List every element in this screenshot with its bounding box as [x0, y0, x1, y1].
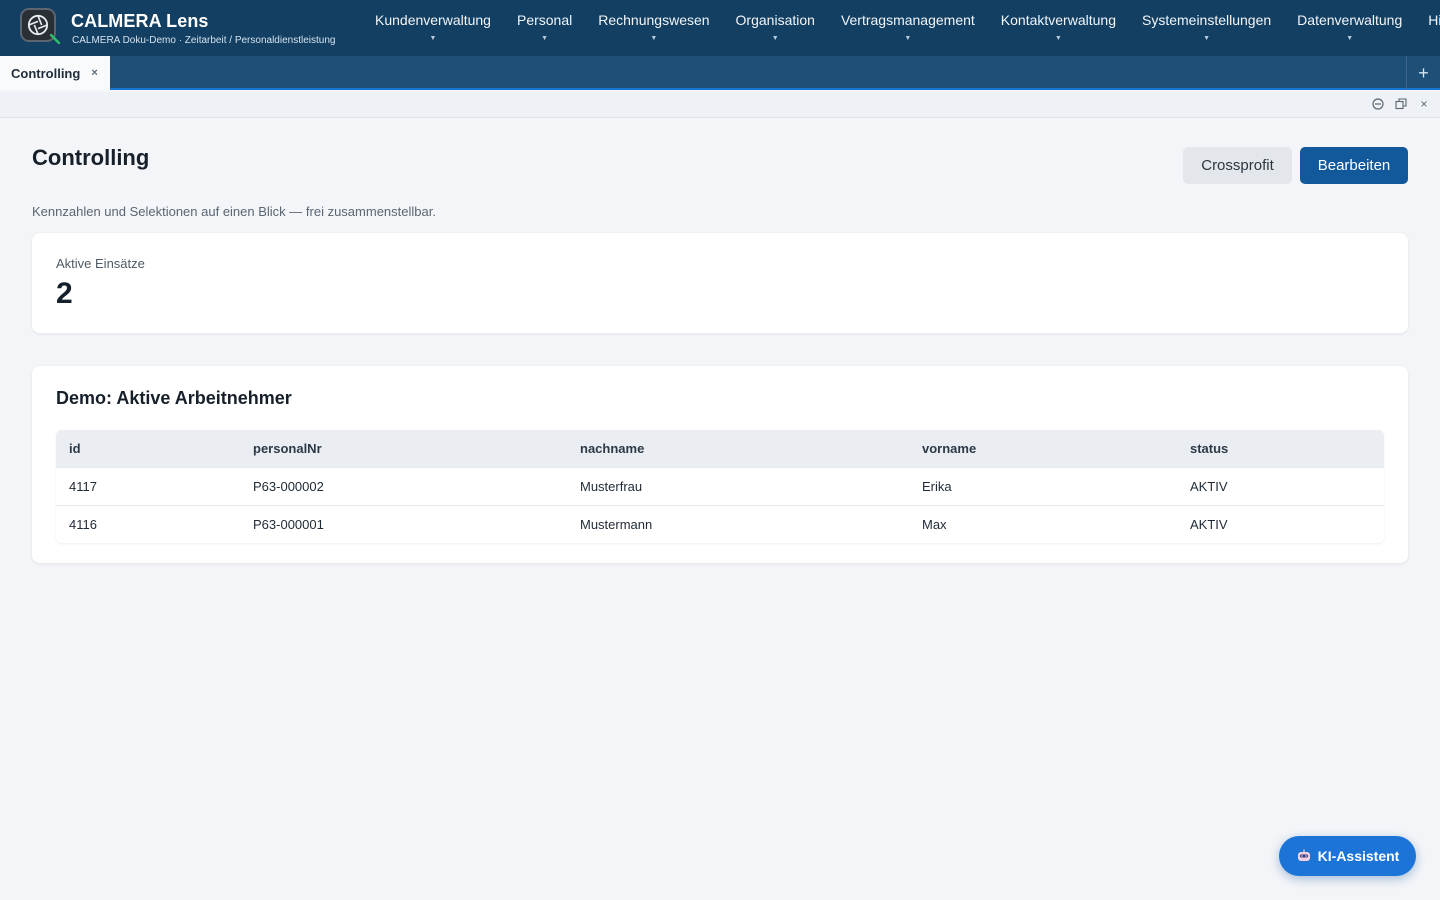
close-window-icon[interactable]: ×: [1416, 96, 1432, 112]
column-header-vorname[interactable]: vorname: [909, 430, 1177, 467]
window-toolbar: ×: [0, 92, 1440, 118]
menu-vertragsmanagement[interactable]: Vertragsmanagement ▼: [828, 0, 988, 56]
column-header-status[interactable]: status: [1177, 430, 1384, 467]
cell-status: AKTIV: [1190, 516, 1228, 532]
menu-kontaktverwaltung[interactable]: Kontaktverwaltung ▼: [988, 0, 1129, 56]
ai-assistant-label: KI-Assistent: [1317, 848, 1400, 864]
crossprofit-button[interactable]: Crossprofit: [1183, 147, 1292, 184]
restore-icon[interactable]: [1393, 96, 1409, 112]
minimize-icon[interactable]: [1370, 96, 1386, 112]
magnifier-handle-icon: [50, 34, 60, 44]
chevron-down-icon: ▼: [771, 35, 779, 42]
cell-vorname: Max: [922, 516, 947, 532]
cell-id: 4116: [69, 516, 97, 532]
chevron-down-icon: ▼: [541, 35, 549, 42]
table-card: Demo: Aktive Arbeitnehmer id personalNr …: [32, 366, 1408, 563]
aperture-icon: [27, 14, 49, 36]
app-subtitle: CALMERA Doku-Demo · Zeitarbeit / Persona…: [72, 35, 336, 46]
menu-label: Kundenverwaltung: [375, 12, 491, 28]
edit-button[interactable]: Bearbeiten: [1300, 147, 1408, 184]
menu-hilfe[interactable]: Hilfebe ▼: [1415, 0, 1440, 56]
menu-kundenverwaltung[interactable]: Kundenverwaltung ▼: [362, 0, 504, 56]
cell-status: AKTIV: [1190, 478, 1228, 494]
table-header-row: id personalNr nachname vorname status: [56, 430, 1384, 467]
page-title: Controlling: [32, 145, 150, 170]
column-header-personalnr[interactable]: personalNr: [240, 430, 567, 467]
tab-controlling[interactable]: Controlling ×: [0, 56, 110, 90]
chevron-down-icon: ▼: [1415, 35, 1440, 42]
chevron-down-icon: ▼: [1203, 35, 1211, 42]
chevron-down-icon: ▼: [429, 35, 437, 42]
table-title: Demo: Aktive Arbeitnehmer: [56, 388, 292, 408]
tab-bar: Controlling × +: [0, 56, 1440, 90]
column-header-nachname[interactable]: nachname: [567, 430, 909, 467]
menu-label: Systemeinstellungen: [1141, 12, 1272, 28]
chevron-down-icon: ▼: [1346, 35, 1354, 42]
ai-assistant-button[interactable]: KI-Assistent: [1279, 836, 1416, 876]
menu-label: Hilfebe: [1428, 12, 1440, 28]
chevron-down-icon: ▼: [1054, 35, 1062, 42]
column-header-id[interactable]: id: [56, 430, 240, 467]
robot-icon: [1297, 849, 1310, 861]
table-row[interactable]: 4117 P63-000002 Musterfrau Erika AKTIV: [56, 467, 1384, 505]
cell-vorname: Erika: [922, 478, 952, 494]
menu-organisation[interactable]: Organisation ▼: [723, 0, 828, 56]
close-tab-icon[interactable]: ×: [91, 67, 97, 79]
menu-label: Organisation: [735, 12, 815, 28]
menu-label: Kontaktverwaltung: [1000, 12, 1116, 28]
app-title: CALMERA Lens: [71, 11, 209, 31]
menu-label: Datenverwaltung: [1297, 12, 1403, 28]
add-tab-button[interactable]: +: [1406, 56, 1440, 90]
cell-nachname: Mustermann: [580, 516, 653, 532]
tab-label: Controlling: [11, 65, 81, 81]
cell-personalnr: P63-000001: [253, 516, 324, 532]
menu-personal[interactable]: Personal ▼: [504, 0, 585, 56]
main-menu: Kundenverwaltung ▼ Personal ▼ Rechnungswes…: [362, 0, 1440, 56]
kpi-card: Aktive Einsätze 2: [32, 233, 1408, 333]
menu-datenverwaltung[interactable]: Datenverwaltung ▼: [1284, 0, 1415, 56]
data-table-container: id personalNr nachname vorname status 41…: [56, 430, 1384, 543]
cell-nachname: Musterfrau: [580, 478, 643, 494]
cell-personalnr: P63-000002: [253, 478, 324, 494]
cell-id: 4117: [69, 478, 97, 494]
data-table: id personalNr nachname vorname status 41…: [56, 430, 1384, 543]
menu-systemeinstellungen[interactable]: Systemeinstellungen ▼: [1129, 0, 1284, 56]
top-navigation-bar: CALMERA Lens CALMERA Doku-Demo · Zeitarb…: [0, 0, 1440, 56]
menu-rechnungswesen[interactable]: Rechnungswesen ▼: [585, 0, 722, 56]
page-description: Kennzahlen und Selektionen auf einen Bli…: [32, 204, 436, 219]
menu-label: Rechnungswesen: [598, 12, 710, 28]
menu-label: Personal: [516, 12, 573, 28]
kpi-label: Aktive Einsätze: [56, 256, 145, 271]
chevron-down-icon: ▼: [650, 35, 658, 42]
table-row[interactable]: 4116 P63-000001 Mustermann Max AKTIV: [56, 505, 1384, 543]
kpi-value: 2: [56, 277, 73, 310]
chevron-down-icon: ▼: [904, 35, 912, 42]
menu-label: Vertragsmanagement: [840, 12, 975, 28]
